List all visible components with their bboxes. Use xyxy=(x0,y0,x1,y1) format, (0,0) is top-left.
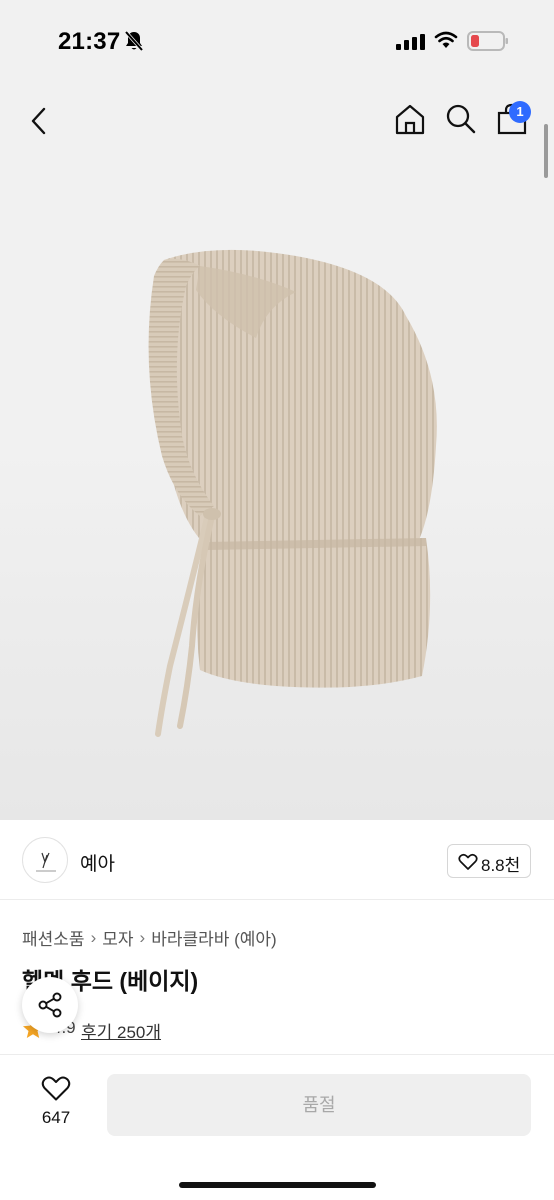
breadcrumb-item[interactable]: 바라클라바 (예아) xyxy=(151,930,277,949)
cart-badge[interactable]: 1 xyxy=(509,101,531,123)
chevron-right-icon: › xyxy=(139,927,146,947)
bell-slash-icon xyxy=(124,30,144,52)
signal-icon xyxy=(396,34,425,50)
wish-button[interactable]: 647 xyxy=(30,1075,82,1135)
chevron-right-icon: › xyxy=(90,927,97,947)
store-like-button[interactable]: 8.8천 xyxy=(447,844,531,878)
status-time: 21:37 xyxy=(58,28,121,55)
breadcrumb: 패션소품 › 모자 › 바라클라바 (예아) xyxy=(22,925,277,950)
scrollbar[interactable] xyxy=(544,124,548,178)
search-icon[interactable] xyxy=(443,101,479,137)
sold-out-button[interactable]: 품절 xyxy=(107,1074,531,1136)
battery-low-icon xyxy=(467,31,508,51)
heart-icon xyxy=(458,853,478,870)
store-name[interactable]: 예아 xyxy=(80,849,115,876)
store-like-count: 8.8천 xyxy=(481,856,521,875)
product-hero: 21:37 1 xyxy=(0,0,554,820)
wish-count: 647 xyxy=(41,1108,71,1127)
store-row[interactable]: 예아 8.8천 xyxy=(0,820,554,900)
home-icon[interactable] xyxy=(392,101,428,137)
bottom-bar: 647 품절 xyxy=(0,1054,554,1200)
breadcrumb-item[interactable]: 모자 xyxy=(102,930,133,949)
top-nav xyxy=(0,95,554,145)
back-icon[interactable] xyxy=(24,103,56,139)
share-button[interactable] xyxy=(22,977,78,1033)
product-image xyxy=(148,249,437,737)
reviews-link[interactable]: 후기 250개 xyxy=(81,1018,161,1043)
share-icon xyxy=(38,992,62,1018)
home-indicator[interactable] xyxy=(179,1182,376,1188)
store-logo-mark xyxy=(36,852,56,872)
status-bar: 21:37 xyxy=(0,0,554,80)
wifi-icon xyxy=(434,31,458,48)
breadcrumb-item[interactable]: 패션소품 xyxy=(22,930,85,949)
store-logo[interactable] xyxy=(22,837,68,883)
heart-icon xyxy=(41,1076,71,1101)
